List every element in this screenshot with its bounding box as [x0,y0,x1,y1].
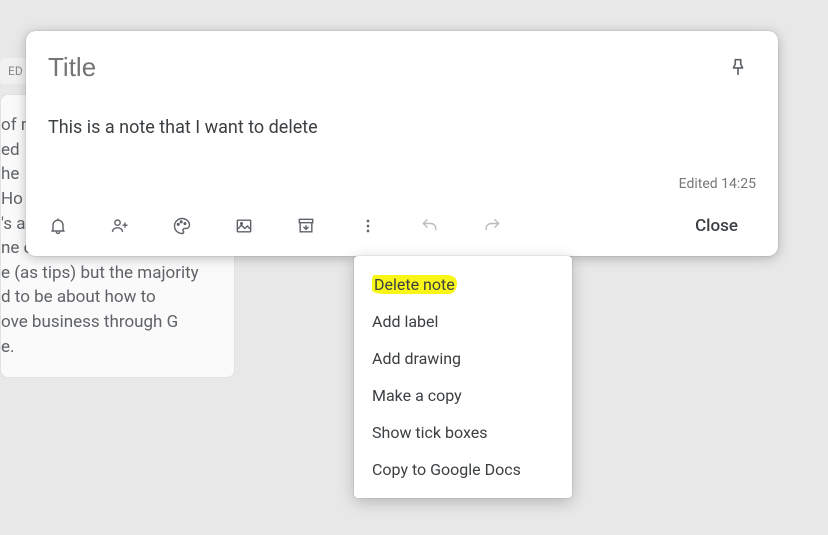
more-button[interactable] [358,206,420,246]
pin-icon [727,56,749,78]
remind-me-button[interactable] [48,206,110,246]
background-color-button[interactable] [172,206,234,246]
image-icon [234,216,254,236]
redo-icon [482,216,502,236]
archive-icon [296,216,316,236]
collaborator-button[interactable] [110,206,172,246]
palette-icon [172,216,192,236]
redo-button[interactable] [482,206,544,246]
note-body-input[interactable]: This is a note that I want to delete [48,117,756,138]
menu-item-add-drawing[interactable]: Add drawing [354,340,572,377]
more-vert-icon [358,216,378,236]
menu-item-label: Add label [372,312,438,331]
menu-item-delete-note[interactable]: Delete note [354,266,572,303]
menu-item-copy-to-google-docs[interactable]: Copy to Google Docs [354,451,572,488]
note-title-input[interactable] [48,52,648,83]
note-editor: This is a note that I want to delete Edi… [26,31,778,256]
menu-item-label: Copy to Google Docs [372,460,521,479]
menu-item-show-tick-boxes[interactable]: Show tick boxes [354,414,572,451]
add-image-button[interactable] [234,206,296,246]
note-toolbar: Close [48,206,756,246]
menu-item-label: Make a copy [372,386,462,405]
undo-icon [420,216,440,236]
bell-icon [48,216,68,236]
close-button[interactable]: Close [677,208,756,244]
menu-item-label: Show tick boxes [372,423,487,442]
undo-button[interactable] [420,206,482,246]
menu-item-label: Add drawing [372,349,461,368]
archive-button[interactable] [296,206,358,246]
menu-item-label: Delete note [372,275,457,294]
pin-button[interactable] [720,49,756,85]
menu-item-add-label[interactable]: Add label [354,303,572,340]
menu-item-make-a-copy[interactable]: Make a copy [354,377,572,414]
edited-timestamp: Edited 14:25 [48,176,756,192]
person-add-icon [110,216,130,236]
more-menu: Delete note Add label Add drawing Make a co… [354,256,572,498]
